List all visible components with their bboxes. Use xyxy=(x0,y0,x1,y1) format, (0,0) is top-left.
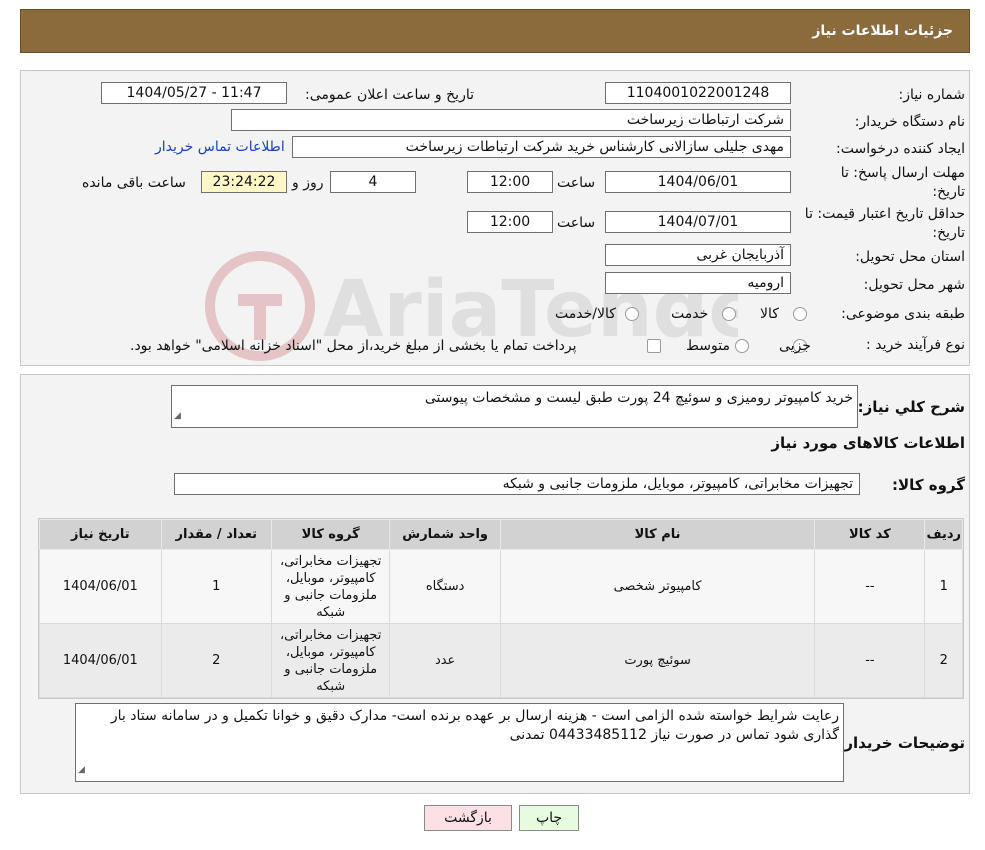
category-service-label: خدمت xyxy=(671,306,709,322)
cell-quantity: 2 xyxy=(160,623,272,698)
goods-group-label: گروه کالا: xyxy=(892,476,965,494)
validity-label: حداقل تاریخ اعتبار قیمت: تا xyxy=(804,206,965,222)
category-goods-label: کالا xyxy=(760,306,779,322)
items-table-wrapper: ردیف کد کالا نام کالا واحد شمارش گروه کا… xyxy=(38,518,964,699)
category-label: طبقه بندی موضوعی: xyxy=(841,306,965,322)
page-title: جزئیات اطلاعات نیاز xyxy=(20,9,970,53)
validity-time-field: 12:00 xyxy=(467,211,553,233)
province-label: استان محل تحویل: xyxy=(855,249,965,265)
buyer-notes-label: توضیحات خریدار: xyxy=(838,734,965,752)
back-button[interactable]: بازگشت xyxy=(424,805,512,831)
category-goods-service-label: کالا/خدمت xyxy=(555,306,616,322)
category-goods-radio[interactable] xyxy=(793,307,807,321)
cell-unit: دستگاه xyxy=(389,549,501,624)
table-row: 2 -- سوئیچ پورت عدد تجهیزات مخابراتی، کا… xyxy=(39,623,963,698)
cell-item-code: -- xyxy=(814,623,926,698)
deadline-time-field: 12:00 xyxy=(467,171,553,193)
validity-label-date: تاریخ: xyxy=(932,225,965,241)
remaining-days-field: 4 xyxy=(330,171,416,193)
province-field: آذربایجان غربی xyxy=(605,244,791,266)
description-text: خرید کامپیوتر رومیزی و سوئیچ 24 پورت طبق… xyxy=(424,390,853,406)
cell-need-date: 1404/06/01 xyxy=(39,549,162,624)
remaining-time-field: 23:24:22 xyxy=(201,171,287,193)
remaining-time-label: ساعت باقی مانده xyxy=(82,175,186,191)
buyer-notes-field: رعایت شرایط خواسته شده الزامی است - هزین… xyxy=(75,703,844,782)
description-label: شرح کلي نیاز: xyxy=(857,398,965,416)
goods-info-header: اطلاعات کالاهای مورد نیاز xyxy=(771,434,965,452)
days-label: روز و xyxy=(292,175,324,191)
cell-group: تجهیزات مخابراتی، کامپیوتر، موبایل، ملزو… xyxy=(270,623,391,698)
cell-unit: عدد xyxy=(389,623,501,698)
buyer-contact-link[interactable]: اطلاعات تماس خریدار xyxy=(155,139,285,155)
col-group: گروه کالا xyxy=(270,519,391,550)
resize-grip-icon[interactable]: ◢ xyxy=(78,761,85,780)
deadline-label-date: تاریخ: xyxy=(932,184,965,200)
goods-group-field: تجهیزات مخابراتی، کامپیوتر، موبایل، ملزو… xyxy=(174,473,860,495)
cell-need-date: 1404/06/01 xyxy=(39,623,162,698)
process-minor-label: جزیی xyxy=(779,338,811,354)
announce-field: 1404/05/27 - 11:47 xyxy=(101,82,287,104)
deadline-time-label: ساعت xyxy=(557,175,596,191)
creator-label: ایجاد کننده درخواست: xyxy=(836,141,965,157)
city-field: ارومیه xyxy=(605,272,791,294)
col-item-code: کد کالا xyxy=(814,519,926,550)
category-service-radio[interactable] xyxy=(722,307,736,321)
buyer-org-label: نام دستگاه خریدار: xyxy=(854,114,965,130)
buyer-notes-text: رعایت شرایط خواسته شده الزامی است - هزین… xyxy=(110,708,839,743)
cell-row-number: 2 xyxy=(924,623,963,698)
cell-item-name: سوئیچ پورت xyxy=(499,623,816,698)
col-item-name: نام کالا xyxy=(499,519,816,550)
col-unit: واحد شمارش xyxy=(389,519,501,550)
cell-group: تجهیزات مخابراتی، کامپیوتر، موبایل، ملزو… xyxy=(270,549,391,624)
col-need-date: تاریخ نیاز xyxy=(39,519,162,550)
need-number-label: شماره نیاز: xyxy=(898,87,966,103)
process-medium-label: متوسط xyxy=(686,338,730,354)
table-header-row: ردیف کد کالا نام کالا واحد شمارش گروه کا… xyxy=(39,519,963,550)
announce-label: تاریخ و ساعت اعلان عمومی: xyxy=(305,87,474,103)
buyer-org-field: شرکت ارتباطات زیرساخت xyxy=(231,109,791,131)
cell-item-name: کامپیوتر شخصی xyxy=(499,549,816,624)
process-note: پرداخت تمام یا بخشی از مبلغ خرید،از محل … xyxy=(130,338,577,354)
need-number-field: 1104001022001248 xyxy=(605,82,791,104)
cell-item-code: -- xyxy=(814,549,926,624)
resize-grip-icon[interactable]: ◢ xyxy=(174,407,181,426)
description-field: خرید کامپیوتر رومیزی و سوئیچ 24 پورت طبق… xyxy=(171,385,858,428)
deadline-label: مهلت ارسال پاسخ: تا xyxy=(840,165,965,181)
items-table: ردیف کد کالا نام کالا واحد شمارش گروه کا… xyxy=(39,519,963,698)
city-label: شهر محل تحویل: xyxy=(863,277,965,293)
creator-field: مهدی جلیلی سازالانی کارشناس خرید شرکت ار… xyxy=(292,136,791,158)
deadline-date-field: 1404/06/01 xyxy=(605,171,791,193)
process-medium-radio[interactable] xyxy=(735,339,749,353)
cell-row-number: 1 xyxy=(924,549,963,624)
cell-quantity: 1 xyxy=(160,549,272,624)
validity-date-field: 1404/07/01 xyxy=(605,211,791,233)
category-goods-service-radio[interactable] xyxy=(625,307,639,321)
process-treasury-checkbox[interactable] xyxy=(647,339,661,353)
col-row-number: ردیف xyxy=(924,519,963,550)
table-row: 1 -- کامپیوتر شخصی دستگاه تجهیزات مخابرا… xyxy=(39,549,963,624)
validity-time-label: ساعت xyxy=(557,215,596,231)
col-quantity: تعداد / مقدار xyxy=(160,519,272,550)
process-label: نوع فرآیند خرید : xyxy=(866,337,965,353)
print-button[interactable]: چاپ xyxy=(519,805,579,831)
